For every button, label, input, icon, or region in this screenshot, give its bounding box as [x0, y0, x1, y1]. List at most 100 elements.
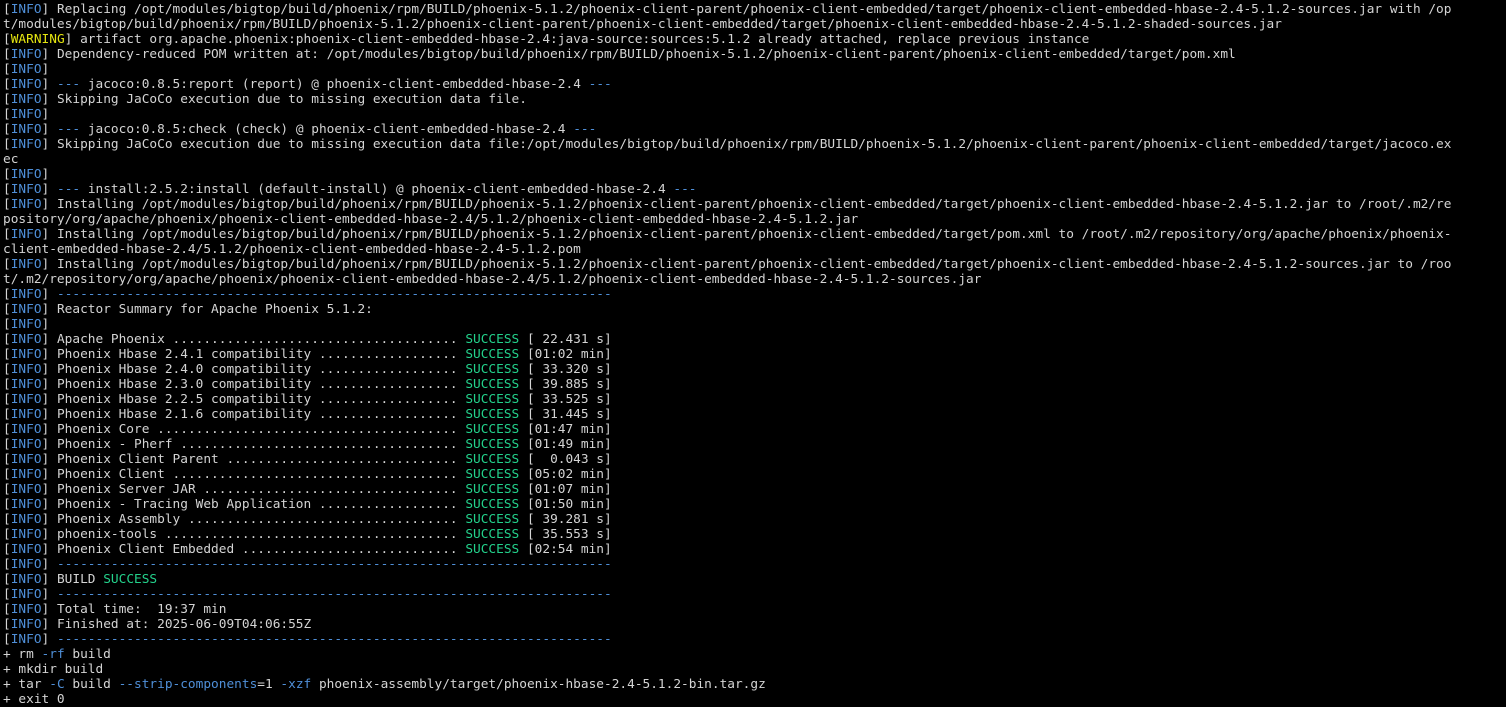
log-text: Phoenix Hbase 2.4.1 compatibility ......…: [49, 347, 466, 362]
log-text: ec: [3, 152, 19, 167]
log-text: [01:02 min]: [519, 347, 612, 362]
terminal-line: [INFO] Skipping JaCoCo execution due to …: [3, 137, 1506, 152]
separator-text: ---: [56, 77, 81, 92]
log-text: [01:49 min]: [519, 437, 612, 452]
log-level-info: INFO: [10, 392, 42, 407]
log-level-info: INFO: [10, 422, 42, 437]
log-text: [01:47 min]: [519, 422, 612, 437]
log-level-info: INFO: [10, 197, 42, 212]
log-level-info: INFO: [10, 617, 42, 632]
log-tag-bracket: [: [3, 587, 11, 602]
log-text: Finished at: 2025-06-09T04:06:55Z: [49, 617, 312, 632]
terminal-line: + mkdir build: [3, 662, 1506, 677]
log-tag-bracket: [: [3, 287, 11, 302]
log-text: Phoenix - Pherf ........................…: [49, 437, 466, 452]
command-option: -rf: [41, 647, 65, 662]
terminal-line: [INFO] Phoenix Core ....................…: [3, 422, 1506, 437]
log-tag-bracket: [: [3, 377, 11, 392]
separator-text: ----------------------------------------…: [56, 632, 612, 647]
log-tag-bracket: [: [3, 407, 11, 422]
log-text: artifact org.apache.phoenix:phoenix-clie…: [72, 32, 1090, 47]
log-level-info: INFO: [10, 317, 42, 332]
terminal-line: [INFO] Phoenix - Tracing Web Application…: [3, 497, 1506, 512]
log-level-info: INFO: [10, 347, 42, 362]
log-tag-bracket: [: [3, 617, 11, 632]
log-text: [ 35.553 s]: [519, 527, 612, 542]
log-level-info: INFO: [10, 497, 42, 512]
log-tag-bracket: [: [3, 362, 11, 377]
log-tag-bracket: [: [3, 332, 11, 347]
log-text: + tar: [3, 677, 50, 692]
log-tag-bracket: [: [3, 62, 11, 77]
log-text: Phoenix Assembly .......................…: [49, 512, 466, 527]
terminal-line: + tar -C build --strip-components=1 -xzf…: [3, 677, 1506, 692]
log-text: Phoenix Hbase 2.2.5 compatibility ......…: [49, 392, 466, 407]
terminal-line: t/.m2/repository/org/apache/phoenix/phoe…: [3, 272, 1506, 287]
log-text: build: [64, 677, 119, 692]
log-level-info: INFO: [10, 632, 42, 647]
log-text: [01:50 min]: [519, 497, 612, 512]
log-tag-bracket: [: [3, 32, 11, 47]
separator-text: ----------------------------------------…: [56, 287, 612, 302]
log-level-info: INFO: [10, 437, 42, 452]
terminal-line: + exit 0: [3, 692, 1506, 707]
terminal-line: [INFO] ---------------------------------…: [3, 287, 1506, 302]
log-level-info: INFO: [10, 287, 42, 302]
log-tag-bracket: [: [3, 92, 11, 107]
terminal-line: [INFO] Phoenix Hbase 2.1.6 compatibility…: [3, 407, 1506, 422]
terminal-line: [INFO] ---------------------------------…: [3, 557, 1506, 572]
log-tag-bracket: [: [3, 182, 11, 197]
terminal-line: [INFO] Total time: 19:37 min: [3, 602, 1506, 617]
log-text: BUILD: [49, 572, 104, 587]
log-text: Dependency-reduced POM written at: /opt/…: [49, 47, 1236, 62]
log-level-info: INFO: [10, 527, 42, 542]
terminal-line: [INFO] Phoenix Client ..................…: [3, 467, 1506, 482]
log-tag-bracket: [: [3, 257, 11, 272]
terminal-line: [INFO] Replacing /opt/modules/bigtop/bui…: [3, 2, 1506, 17]
log-text: t/.m2/repository/org/apache/phoenix/phoe…: [3, 272, 982, 287]
terminal-window[interactable]: [INFO] Replacing /opt/modules/bigtop/bui…: [0, 0, 1506, 707]
success-status: SUCCESS: [465, 347, 520, 362]
log-tag-bracket: [: [3, 122, 11, 137]
command-option: -C: [49, 677, 65, 692]
success-status: SUCCESS: [465, 482, 520, 497]
separator-text: ----------------------------------------…: [56, 587, 612, 602]
log-tag-bracket: [: [3, 47, 11, 62]
terminal-line: ec: [3, 152, 1506, 167]
terminal-line: [INFO] Phoenix Hbase 2.3.0 compatibility…: [3, 377, 1506, 392]
log-level-info: INFO: [10, 77, 42, 92]
terminal-line: [INFO] BUILD SUCCESS: [3, 572, 1506, 587]
log-level-info: INFO: [10, 512, 42, 527]
log-text: Phoenix Server JAR .....................…: [49, 482, 466, 497]
log-level-info: INFO: [10, 2, 42, 17]
log-text: Installing /opt/modules/bigtop/build/pho…: [49, 197, 1452, 212]
log-level-info: INFO: [10, 332, 42, 347]
log-text: phoenix-assembly/target/phoenix-hbase-2.…: [311, 677, 766, 692]
separator-text: ---: [56, 182, 81, 197]
terminal-line: [INFO]: [3, 62, 1506, 77]
log-level-info: INFO: [10, 467, 42, 482]
log-tag-bracket: [: [3, 2, 11, 17]
terminal-line: client-embedded-hbase-2.4/5.1.2/phoenix-…: [3, 242, 1506, 257]
terminal-line: [INFO] Phoenix - Pherf .................…: [3, 437, 1506, 452]
log-tag-bracket: [: [3, 137, 11, 152]
log-text: Total time: 19:37 min: [49, 602, 227, 617]
log-level-warning: WARNING: [10, 32, 65, 47]
log-tag-bracket: ]: [41, 167, 50, 182]
success-status: SUCCESS: [103, 572, 158, 587]
log-tag-bracket: [: [3, 572, 11, 587]
log-tag-bracket: [: [3, 467, 11, 482]
log-level-info: INFO: [10, 572, 42, 587]
terminal-line: [INFO] Dependency-reduced POM written at…: [3, 47, 1506, 62]
log-level-info: INFO: [10, 602, 42, 617]
log-text: [ 39.281 s]: [519, 512, 612, 527]
log-level-info: INFO: [10, 452, 42, 467]
log-text: [05:02 min]: [519, 467, 612, 482]
terminal-line: [INFO] Apache Phoenix ..................…: [3, 332, 1506, 347]
terminal-line: [INFO] Phoenix Hbase 2.4.1 compatibility…: [3, 347, 1506, 362]
terminal-line: + rm -rf build: [3, 647, 1506, 662]
separator-text: ---: [588, 77, 612, 92]
log-level-info: INFO: [10, 107, 42, 122]
